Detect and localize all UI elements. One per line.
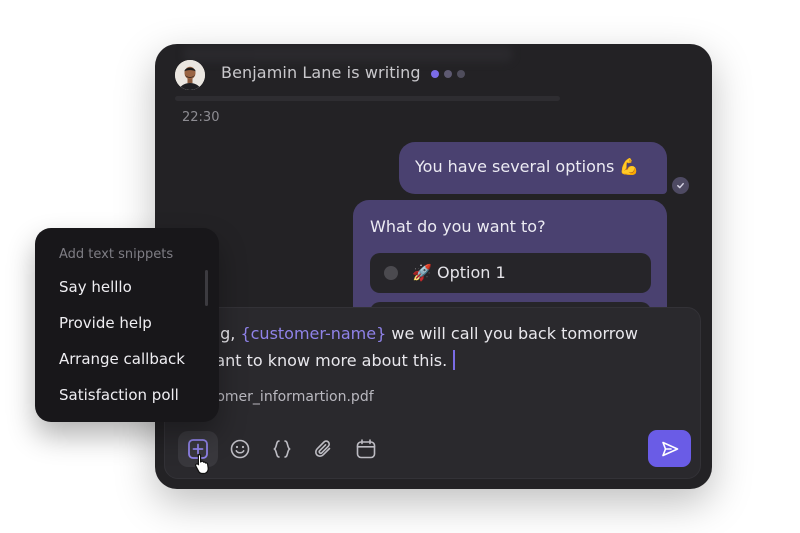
- text-snippets-menu: Add text snippets Say helllo Provide hel…: [35, 228, 219, 422]
- header-blur: [183, 46, 513, 62]
- composer-line-2: u want to know more about this.: [187, 350, 456, 370]
- variable-button[interactable]: [262, 431, 302, 467]
- paperclip-icon: [315, 440, 331, 457]
- calendar-icon: [356, 439, 376, 459]
- send-button[interactable]: [648, 430, 691, 467]
- snippet-provide-help[interactable]: Provide help: [59, 314, 152, 332]
- composer-text: we will call you back tomorrow: [386, 324, 638, 343]
- typing-dot: [431, 70, 439, 78]
- snippet-say-hello[interactable]: Say helllo: [59, 278, 132, 296]
- snippets-scrollbar[interactable]: [205, 270, 208, 306]
- typing-dot: [444, 70, 452, 78]
- emoji-button[interactable]: [220, 431, 260, 467]
- variable-braces-icon: [273, 440, 291, 458]
- option-1-row[interactable]: 🚀 Option 1: [370, 253, 651, 293]
- composer-text: u want to know more about this.: [187, 351, 448, 370]
- outgoing-message-bubble: You have several options 💪: [399, 142, 667, 194]
- option-radio[interactable]: [384, 266, 398, 280]
- text-caret: [453, 350, 456, 370]
- emoji-icon: [230, 439, 250, 459]
- message-timestamp: 22:30: [182, 110, 220, 125]
- avatar[interactable]: [175, 60, 205, 90]
- read-receipt-icon: [672, 177, 689, 194]
- avatar-person-icon: [175, 60, 205, 90]
- typing-indicator: [431, 70, 465, 78]
- option-1-label: 🚀 Option 1: [412, 263, 506, 282]
- message-composer[interactable]: uzing, {customer-name} we will call you …: [164, 307, 701, 479]
- header-divider: [175, 96, 560, 101]
- composer-line-1: uzing, {customer-name} we will call you …: [187, 324, 638, 343]
- typing-dot: [457, 70, 465, 78]
- snippet-arrange-callback[interactable]: Arrange callback: [59, 350, 185, 368]
- options-question: What do you want to?: [370, 217, 546, 236]
- pointer-hand-cursor-icon: [195, 453, 209, 475]
- snippet-satisfaction-poll[interactable]: Satisfaction poll: [59, 386, 179, 404]
- typing-status-title: Benjamin Lane is writing: [221, 63, 421, 82]
- schedule-button[interactable]: [346, 431, 386, 467]
- snippets-menu-title: Add text snippets: [59, 247, 174, 262]
- attach-file-button[interactable]: [304, 431, 344, 467]
- customer-name-variable[interactable]: {customer-name}: [240, 324, 386, 343]
- send-icon: [661, 441, 678, 456]
